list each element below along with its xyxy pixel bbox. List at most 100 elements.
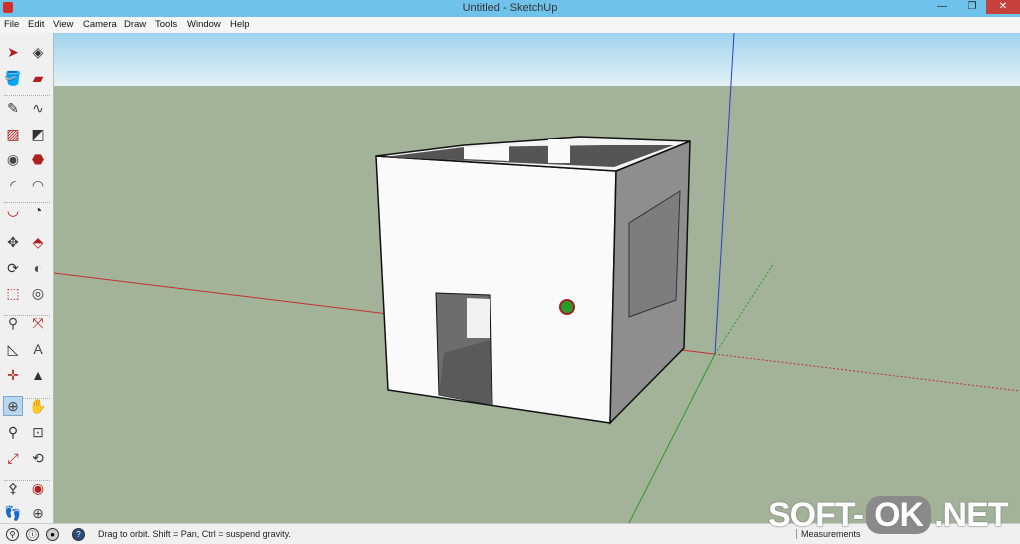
pie-icon: ◔ xyxy=(33,202,43,218)
circle-tool-button[interactable]: ◉ xyxy=(3,149,23,169)
make-component-icon: ◈ xyxy=(32,44,44,60)
rectangle-tool-button[interactable]: ▨ xyxy=(3,124,23,144)
push-pull-icon: ⬘ xyxy=(32,234,44,250)
arc-icon: ◜ xyxy=(10,177,16,193)
previous-view-tool-button[interactable]: ⟲ xyxy=(28,448,48,468)
make-component-tool-button[interactable]: ◈ xyxy=(28,42,48,62)
orbit-cursor-icon xyxy=(559,299,575,315)
two-point-arc-icon: ◠ xyxy=(31,177,45,193)
section-plane-tool-button[interactable]: ⊕ xyxy=(28,503,48,523)
tape-measure-tool-button[interactable]: ⚲ xyxy=(3,313,23,333)
house-model[interactable] xyxy=(375,136,691,425)
pie-tool-button[interactable]: ◔ xyxy=(28,200,48,220)
three-point-arc-icon: ◡ xyxy=(6,202,20,218)
zoom-icon: ⚲ xyxy=(7,424,19,440)
menu-window[interactable]: Window xyxy=(187,19,221,30)
help-icon[interactable]: ? xyxy=(72,528,85,541)
window-title: Untitled - SketchUp xyxy=(462,2,558,14)
rotate-icon: ⟳ xyxy=(7,260,19,276)
position-camera-icon: ⚴ xyxy=(7,480,19,496)
eraser-icon: ▰ xyxy=(32,70,44,86)
menu-bar: File Edit View Camera Draw Tools Window … xyxy=(0,17,1020,33)
text-icon: A xyxy=(33,341,43,357)
rotated-rectangle-tool-button[interactable]: ◩ xyxy=(28,124,48,144)
toolbar-separator xyxy=(4,95,50,96)
push-pull-tool-button[interactable]: ⬘ xyxy=(28,232,48,252)
zoom-extents-tool-button[interactable]: ⤢ xyxy=(3,448,23,468)
dimension-tool-button[interactable]: ⤧ xyxy=(28,313,48,333)
geo-location-icon[interactable]: ⚲ xyxy=(6,528,19,541)
paint-bucket-tool-button[interactable]: 🪣 xyxy=(3,68,23,88)
three-point-arc-tool-button[interactable]: ◡ xyxy=(3,200,23,220)
zoom-window-icon: ⊡ xyxy=(32,424,44,440)
arc-tool-button[interactable]: ◜ xyxy=(3,175,23,195)
select-tool-button[interactable]: ➤ xyxy=(3,42,23,62)
circle-icon: ◉ xyxy=(6,151,20,167)
position-camera-tool-button[interactable]: ⚴ xyxy=(3,478,23,498)
front-wall xyxy=(375,155,617,424)
move-tool-button[interactable]: ✥ xyxy=(3,232,23,252)
credits-icon[interactable]: ⓘ xyxy=(26,528,39,541)
protractor-icon: ◺ xyxy=(7,341,19,357)
axes-tool-button[interactable]: ✛ xyxy=(3,365,23,385)
line-icon: ✎ xyxy=(7,100,19,116)
model-scene[interactable] xyxy=(54,33,1020,523)
protractor-tool-button[interactable]: ◺ xyxy=(3,339,23,359)
title-bar: Untitled - SketchUp — ❐ ✕ xyxy=(0,0,1020,17)
rotated-rectangle-icon: ◩ xyxy=(31,126,45,142)
look-around-icon: ◉ xyxy=(31,480,45,496)
scale-icon: ⬚ xyxy=(6,285,20,301)
dimension-icon: ⤧ xyxy=(32,315,44,331)
orbit-tool-button[interactable]: ⊕ xyxy=(3,396,23,416)
two-point-arc-tool-button[interactable]: ◠ xyxy=(28,175,48,195)
menu-view[interactable]: View xyxy=(53,19,73,30)
watermark: SOFT- OK .NET xyxy=(768,496,1009,534)
axes-icon: ✛ xyxy=(7,367,19,383)
restore-button[interactable]: ❐ xyxy=(958,0,986,14)
look-around-tool-button[interactable]: ◉ xyxy=(28,478,48,498)
orbit-icon: ⊕ xyxy=(7,398,19,414)
menu-tools[interactable]: Tools xyxy=(155,19,177,30)
polygon-tool-button[interactable]: ⬣ xyxy=(28,149,48,169)
paint-bucket-icon: 🪣 xyxy=(4,70,22,86)
scale-tool-button[interactable]: ⬚ xyxy=(3,283,23,303)
doorway-back-opening xyxy=(467,298,490,338)
offset-tool-button[interactable]: ◎ xyxy=(28,283,48,303)
freehand-tool-button[interactable]: ∿ xyxy=(28,98,48,118)
minimize-button[interactable]: — xyxy=(928,0,956,14)
menu-camera[interactable]: Camera xyxy=(83,19,117,30)
zoom-window-tool-button[interactable]: ⊡ xyxy=(28,422,48,442)
line-tool-button[interactable]: ✎ xyxy=(3,98,23,118)
section-plane-icon: ⊕ xyxy=(32,505,44,521)
select-icon: ➤ xyxy=(7,44,19,60)
back-wall-inner xyxy=(548,139,570,163)
pan-tool-button[interactable]: ✋ xyxy=(28,396,48,416)
eraser-tool-button[interactable]: ▰ xyxy=(28,68,48,88)
user-account-icon[interactable]: ● xyxy=(46,528,59,541)
offset-icon: ◎ xyxy=(31,285,45,301)
menu-file[interactable]: File xyxy=(4,19,19,30)
walk-tool-button[interactable]: 👣 xyxy=(3,503,23,523)
text-tool-button[interactable]: A xyxy=(28,339,48,359)
freehand-icon: ∿ xyxy=(32,100,44,116)
zoom-tool-button[interactable]: ⚲ xyxy=(3,422,23,442)
sky xyxy=(54,33,1020,86)
back-wall-top xyxy=(464,146,509,161)
follow-me-tool-button[interactable]: ◐ xyxy=(28,258,48,278)
menu-help[interactable]: Help xyxy=(230,19,250,30)
close-button[interactable]: ✕ xyxy=(986,0,1020,14)
walk-icon: 👣 xyxy=(4,505,22,521)
menu-draw[interactable]: Draw xyxy=(124,19,146,30)
3d-viewport[interactable] xyxy=(54,33,1020,523)
previous-view-icon: ⟲ xyxy=(32,450,44,466)
move-icon: ✥ xyxy=(7,234,19,250)
rotate-tool-button[interactable]: ⟳ xyxy=(3,258,23,278)
3d-text-icon: ▲ xyxy=(31,367,45,383)
status-message: Drag to orbit. Shift = Pan, Ctrl = suspe… xyxy=(98,529,291,539)
3d-text-tool-button[interactable]: ▲ xyxy=(28,365,48,385)
follow-me-icon: ◐ xyxy=(33,260,43,276)
zoom-extents-icon: ⤢ xyxy=(7,450,19,466)
pan-icon: ✋ xyxy=(29,398,47,414)
menu-edit[interactable]: Edit xyxy=(28,19,44,30)
tape-measure-icon: ⚲ xyxy=(7,315,19,331)
